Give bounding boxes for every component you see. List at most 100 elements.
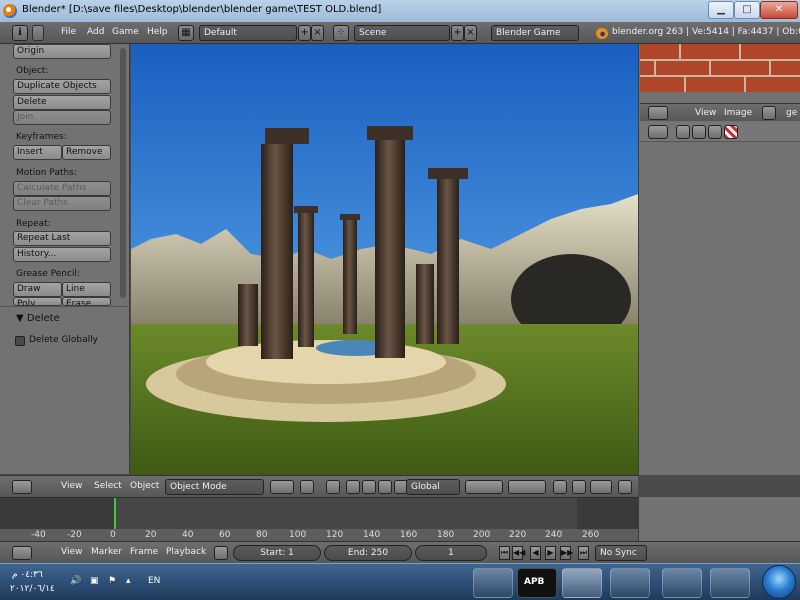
network-icon[interactable]: ▣ bbox=[90, 576, 99, 586]
action-center-icon[interactable]: ⚑ bbox=[108, 576, 116, 586]
menu-help[interactable]: Help bbox=[147, 27, 168, 37]
taskbar-blender-icon[interactable] bbox=[562, 568, 602, 598]
clock-date[interactable]: ٢٠١٢/٠٦/١٤ bbox=[10, 584, 55, 594]
jump-keyframe-forward-button[interactable]: ▶▶ bbox=[560, 546, 573, 560]
remove-scene-icon[interactable]: × bbox=[464, 25, 477, 41]
scene-icon[interactable]: ⁘ bbox=[333, 25, 349, 41]
lock-camera-icon[interactable] bbox=[553, 480, 567, 494]
add-screen-icon[interactable]: + bbox=[298, 25, 311, 41]
texture-tab-icon[interactable] bbox=[724, 125, 738, 139]
render-preview-icon[interactable] bbox=[618, 480, 632, 494]
transform-orientation-dropdown[interactable]: Global bbox=[406, 479, 460, 495]
menu-game[interactable]: Game bbox=[112, 27, 139, 37]
layers-grid-a[interactable] bbox=[465, 480, 503, 494]
tray-expand-icon[interactable]: ▴ bbox=[126, 576, 131, 586]
volume-icon[interactable]: 🔊 bbox=[70, 576, 81, 586]
screen-layout-field[interactable]: Default bbox=[199, 25, 297, 41]
image-browse-icon[interactable] bbox=[762, 106, 776, 120]
pivot-point-icon[interactable] bbox=[300, 480, 314, 494]
jump-start-button[interactable]: ⏮ bbox=[499, 546, 510, 560]
view3d-object-menu[interactable]: Object bbox=[130, 481, 159, 491]
maximize-button[interactable]: □ bbox=[734, 1, 760, 19]
blender-logo-icon bbox=[596, 28, 608, 39]
jump-keyframe-back-button[interactable]: ◀◀ bbox=[512, 546, 525, 560]
end-frame-field[interactable]: End: 250 bbox=[324, 545, 412, 561]
add-scene-icon[interactable]: + bbox=[451, 25, 464, 41]
layers-grid-b[interactable] bbox=[508, 480, 546, 494]
insert-keyframe-button[interactable]: Insert bbox=[13, 145, 62, 160]
timeline-view-menu[interactable]: View bbox=[61, 547, 82, 557]
tool-shelf-scrollbar[interactable] bbox=[120, 48, 126, 298]
rotate-icon[interactable] bbox=[362, 480, 376, 494]
screen-layout-icon[interactable]: ▦ bbox=[178, 25, 194, 41]
grease-line-button[interactable]: Line bbox=[62, 282, 111, 297]
snap-icon[interactable] bbox=[590, 480, 612, 494]
scene-field[interactable]: Scene bbox=[354, 25, 450, 41]
collapse-menu-toggle[interactable] bbox=[32, 25, 44, 41]
timeline-marker-menu[interactable]: Marker bbox=[91, 547, 122, 557]
timeline-playback-menu[interactable]: Playback bbox=[166, 547, 206, 557]
menu-add[interactable]: Add bbox=[87, 27, 104, 37]
manipulator-icon[interactable] bbox=[326, 480, 340, 494]
play-button[interactable]: ▶ bbox=[545, 546, 556, 560]
timeline-type-icon[interactable] bbox=[12, 546, 32, 560]
delete-globally-checkbox[interactable] bbox=[15, 336, 25, 346]
translate-icon[interactable] bbox=[346, 480, 360, 494]
jump-end-button[interactable]: ⏭ bbox=[578, 546, 589, 560]
taskbar-media-player-icon[interactable] bbox=[610, 568, 650, 598]
close-button[interactable]: ✕ bbox=[760, 1, 798, 19]
view3d-view-menu[interactable]: View bbox=[61, 481, 82, 491]
grease-poly-button[interactable]: Poly bbox=[13, 297, 62, 306]
image-name-field[interactable]: ge bbox=[786, 108, 797, 118]
image-menu[interactable]: Image bbox=[724, 108, 752, 118]
image-view-menu[interactable]: View bbox=[695, 108, 716, 118]
remove-keyframe-button[interactable]: Remove bbox=[62, 145, 111, 160]
viewport-shading-icon[interactable] bbox=[270, 480, 294, 494]
image-editor-type-icon[interactable] bbox=[648, 106, 668, 120]
taskbar-internet-explorer-icon[interactable] bbox=[710, 568, 750, 598]
sync-mode-dropdown[interactable]: No Sync bbox=[595, 545, 647, 561]
taskbar-app-apb-icon[interactable]: APB bbox=[517, 568, 557, 598]
proportional-edit-icon[interactable] bbox=[572, 480, 586, 494]
grease-erase-button[interactable]: Erase bbox=[62, 297, 111, 306]
clear-paths-button[interactable]: Clear Paths bbox=[13, 196, 111, 211]
operator-panel-title[interactable]: ▼ Delete bbox=[16, 313, 60, 324]
remove-screen-icon[interactable]: × bbox=[311, 25, 324, 41]
properties-type-icon[interactable] bbox=[648, 125, 668, 139]
join-button[interactable]: Join bbox=[13, 110, 111, 125]
clock-time[interactable]: ٠٤:٣٦ م bbox=[12, 570, 43, 580]
current-frame-field[interactable]: 1 bbox=[415, 545, 487, 561]
pillar-front-center-cap bbox=[367, 126, 413, 140]
start-button-icon[interactable] bbox=[762, 565, 796, 599]
history-button[interactable]: History... bbox=[13, 247, 111, 262]
timeline-frame-menu[interactable]: Frame bbox=[130, 547, 158, 557]
repeat-section-label: Repeat: bbox=[16, 219, 51, 229]
scale-icon[interactable] bbox=[378, 480, 392, 494]
play-reverse-button[interactable]: ◀ bbox=[530, 546, 541, 560]
info-editor-icon[interactable]: ℹ bbox=[12, 25, 28, 41]
3d-viewport[interactable] bbox=[131, 44, 638, 475]
view3d-select-menu[interactable]: Select bbox=[94, 481, 122, 491]
taskbar-app-photo-icon[interactable] bbox=[473, 568, 513, 598]
origin-button[interactable]: Origin bbox=[13, 44, 111, 59]
repeat-last-button[interactable]: Repeat Last bbox=[13, 231, 111, 246]
calculate-paths-button[interactable]: Calculate Paths bbox=[13, 181, 111, 196]
delete-button[interactable]: Delete bbox=[13, 95, 111, 110]
material-tab-icon[interactable] bbox=[708, 125, 722, 139]
current-frame-line[interactable] bbox=[114, 498, 116, 529]
timeline-area[interactable]: -40 -20 0 20 40 60 80 100 120 140 160 18… bbox=[0, 497, 638, 542]
3d-view-type-icon[interactable] bbox=[12, 480, 32, 494]
world-tab-icon[interactable] bbox=[692, 125, 706, 139]
render-engine-dropdown[interactable]: Blender Game bbox=[491, 25, 579, 41]
record-icon[interactable] bbox=[214, 546, 228, 560]
language-indicator[interactable]: EN bbox=[148, 576, 160, 586]
grease-pencil-section-label: Grease Pencil: bbox=[16, 269, 80, 279]
duplicate-objects-button[interactable]: Duplicate Objects bbox=[13, 79, 111, 94]
interaction-mode-dropdown[interactable]: Object Mode bbox=[165, 479, 264, 495]
taskbar-explorer-icon[interactable] bbox=[662, 568, 702, 598]
minimize-button[interactable]: ▁ bbox=[708, 1, 734, 19]
render-tab-icon[interactable] bbox=[676, 125, 690, 139]
menu-file[interactable]: File bbox=[61, 27, 76, 37]
start-frame-field[interactable]: Start: 1 bbox=[233, 545, 321, 561]
grease-draw-button[interactable]: Draw bbox=[13, 282, 62, 297]
